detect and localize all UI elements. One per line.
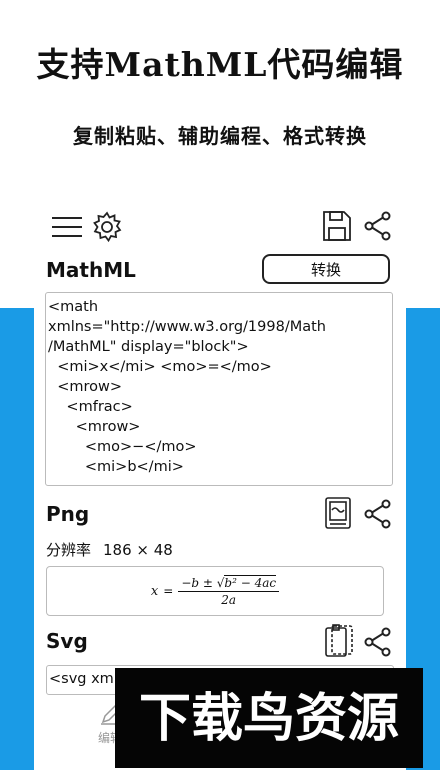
code-line: <mi>x</mi> <mo>=</mo>: [48, 359, 272, 375]
resolution-row: 分辨率 186 × 48: [46, 539, 173, 560]
save-floppy-icon[interactable]: [322, 210, 352, 246]
png-section-title: Png: [46, 502, 90, 526]
code-line: <mfrac>: [48, 399, 133, 415]
code-line: <mrow>: [48, 419, 141, 435]
code-line: <mrow>: [48, 379, 123, 395]
save-to-gallery-icon[interactable]: [324, 496, 352, 534]
png-formula-preview: x = −b ± √b² − 4ac 2a: [46, 566, 384, 616]
svg-text:下载鸟资源: 下载鸟资源: [139, 689, 399, 749]
convert-button[interactable]: 转换: [262, 254, 390, 284]
formula-lhs: x: [150, 583, 159, 599]
formula-numerator-prefix: −b ±: [181, 575, 213, 590]
code-line: <math: [48, 299, 99, 315]
share-icon[interactable]: [362, 626, 394, 662]
formula-radicand: b² − 4ac: [224, 574, 277, 590]
copy-clipboard-icon[interactable]: [324, 624, 354, 662]
formula-fraction: −b ± √b² − 4ac 2a: [178, 574, 280, 608]
promo-subline: 复制粘贴、辅助编程、格式转换: [73, 124, 367, 148]
mathml-code-editor[interactable]: <math xmlns="http://www.w3.org/1998/Math /…: [45, 292, 393, 486]
watermark-overlay: 下载鸟资源: [115, 668, 423, 768]
resolution-value: 186 × 48: [103, 541, 173, 559]
code-line: xmlns="http://www.w3.org/1998/Math: [48, 319, 326, 335]
share-icon[interactable]: [362, 498, 394, 534]
code-line: /MathML" display="block">: [48, 339, 249, 355]
formula-equals: =: [163, 584, 174, 598]
gear-icon[interactable]: [90, 210, 124, 248]
share-icon[interactable]: [362, 210, 394, 246]
hamburger-menu-icon[interactable]: [50, 214, 84, 244]
svg-section-title: Svg: [46, 629, 88, 653]
code-line: <mi>b</mi>: [48, 459, 184, 475]
promo-headline: 支持MathML代码编辑: [36, 45, 404, 84]
mathml-section-title: MathML: [46, 258, 136, 282]
watermark-logo: 下载鸟资源: [139, 689, 399, 749]
formula-numerator: −b ± √b² − 4ac: [178, 574, 280, 592]
resolution-label: 分辨率: [46, 541, 92, 559]
toolbar: [34, 206, 406, 246]
code-line: <mo>−</mo>: [48, 439, 197, 455]
formula-denominator: 2a: [221, 592, 237, 607]
